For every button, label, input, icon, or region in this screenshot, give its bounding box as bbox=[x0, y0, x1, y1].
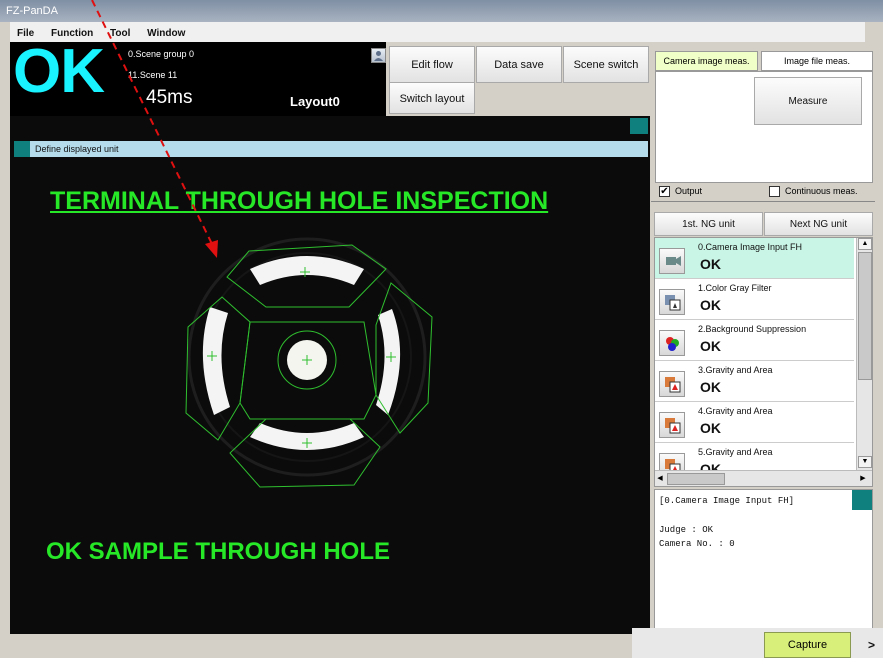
sample-label-overlay: OK SAMPLE THROUGH HOLE bbox=[46, 538, 391, 565]
flow-unit-judge: OK bbox=[700, 297, 721, 313]
expand-arrow-button[interactable]: > bbox=[868, 638, 875, 652]
continuous-checkbox[interactable] bbox=[769, 186, 780, 197]
image-window-marker bbox=[630, 118, 648, 134]
filter-icon bbox=[659, 289, 685, 315]
flow-unit-name: 1.Color Gray Filter bbox=[698, 283, 772, 293]
edit-flow-button[interactable]: Edit flow bbox=[389, 46, 475, 83]
flow-unit-3[interactable]: 3.Gravity and Area OK bbox=[655, 361, 854, 402]
flow-unit-0[interactable]: 0.Camera Image Input FH OK bbox=[655, 238, 854, 279]
gravity-area-icon bbox=[659, 412, 685, 438]
measure-button[interactable]: Measure bbox=[754, 77, 862, 125]
background-suppression-icon bbox=[659, 330, 685, 356]
first-ng-unit-button[interactable]: 1st. NG unit bbox=[654, 212, 763, 236]
continuous-label: Continuous meas. bbox=[785, 186, 858, 196]
flow-unit-judge: OK bbox=[700, 338, 721, 354]
scroll-right-arrow-icon[interactable]: ▶ bbox=[858, 473, 868, 485]
unit-bar-marker bbox=[14, 141, 30, 157]
flow-list-vscrollbar[interactable]: ▲ ▼ bbox=[856, 238, 872, 470]
detail-judge: Judge : OK bbox=[659, 525, 714, 535]
annotation-arrow bbox=[91, 0, 218, 258]
detail-result-panel: [0.Camera Image Input FH] Judge : OK Cam… bbox=[654, 489, 873, 634]
output-label: Output bbox=[675, 186, 703, 196]
flow-list-hscroll-thumb[interactable] bbox=[667, 473, 725, 485]
flow-unit-judge: OK bbox=[700, 420, 721, 436]
scroll-left-arrow-icon[interactable]: ◀ bbox=[655, 473, 665, 485]
flow-list-hscrollbar[interactable]: ◀ ▶ bbox=[655, 470, 872, 486]
scene-switch-button[interactable]: Scene switch bbox=[563, 46, 649, 83]
right-panel: Camera image meas. Image file meas. Meas… bbox=[651, 42, 875, 634]
toolbar: Edit flow Data save Scene switch Switch … bbox=[386, 42, 650, 116]
user-icon[interactable] bbox=[371, 48, 386, 63]
capture-button[interactable]: Capture bbox=[764, 632, 851, 658]
detail-camera-no: Camera No. : 0 bbox=[659, 539, 735, 549]
tab-camera-image-meas[interactable]: Camera image meas. bbox=[655, 51, 758, 71]
detail-unit-title: [0.Camera Image Input FH] bbox=[659, 496, 795, 506]
output-checkbox[interactable]: ✔ bbox=[659, 186, 670, 197]
switch-layout-button[interactable]: Switch layout bbox=[389, 82, 475, 114]
flow-unit-1[interactable]: 1.Color Gray Filter OK bbox=[655, 279, 854, 320]
flow-list-scroll-thumb[interactable] bbox=[858, 252, 872, 380]
flow-unit-judge: OK bbox=[700, 256, 721, 272]
layout-label: Layout0 bbox=[290, 94, 340, 109]
tab-image-file-meas[interactable]: Image file meas. bbox=[761, 51, 873, 71]
flow-unit-name: 2.Background Suppression bbox=[698, 324, 807, 334]
flow-unit-name: 3.Gravity and Area bbox=[698, 365, 773, 375]
scroll-up-arrow-icon[interactable]: ▲ bbox=[858, 238, 872, 250]
flow-unit-name: 5.Gravity and Area bbox=[698, 447, 773, 457]
next-ng-unit-button[interactable]: Next NG unit bbox=[764, 212, 873, 236]
flow-unit-4[interactable]: 4.Gravity and Area OK bbox=[655, 402, 854, 443]
flow-unit-judge: OK bbox=[700, 379, 721, 395]
flow-unit-name: 0.Camera Image Input FH bbox=[698, 242, 803, 252]
flow-unit-list: 0.Camera Image Input FH OK 1.Color Gray … bbox=[654, 237, 873, 487]
camera-icon bbox=[659, 248, 685, 274]
data-save-button[interactable]: Data save bbox=[476, 46, 562, 83]
detail-panel-marker bbox=[852, 490, 872, 510]
window-title: FZ-PanDA bbox=[6, 5, 58, 17]
scroll-down-arrow-icon[interactable]: ▼ bbox=[858, 456, 872, 468]
flow-unit-2[interactable]: 2.Background Suppression OK bbox=[655, 320, 854, 361]
flow-unit-name: 4.Gravity and Area bbox=[698, 406, 773, 416]
divider bbox=[651, 201, 875, 202]
gravity-area-icon bbox=[659, 371, 685, 397]
